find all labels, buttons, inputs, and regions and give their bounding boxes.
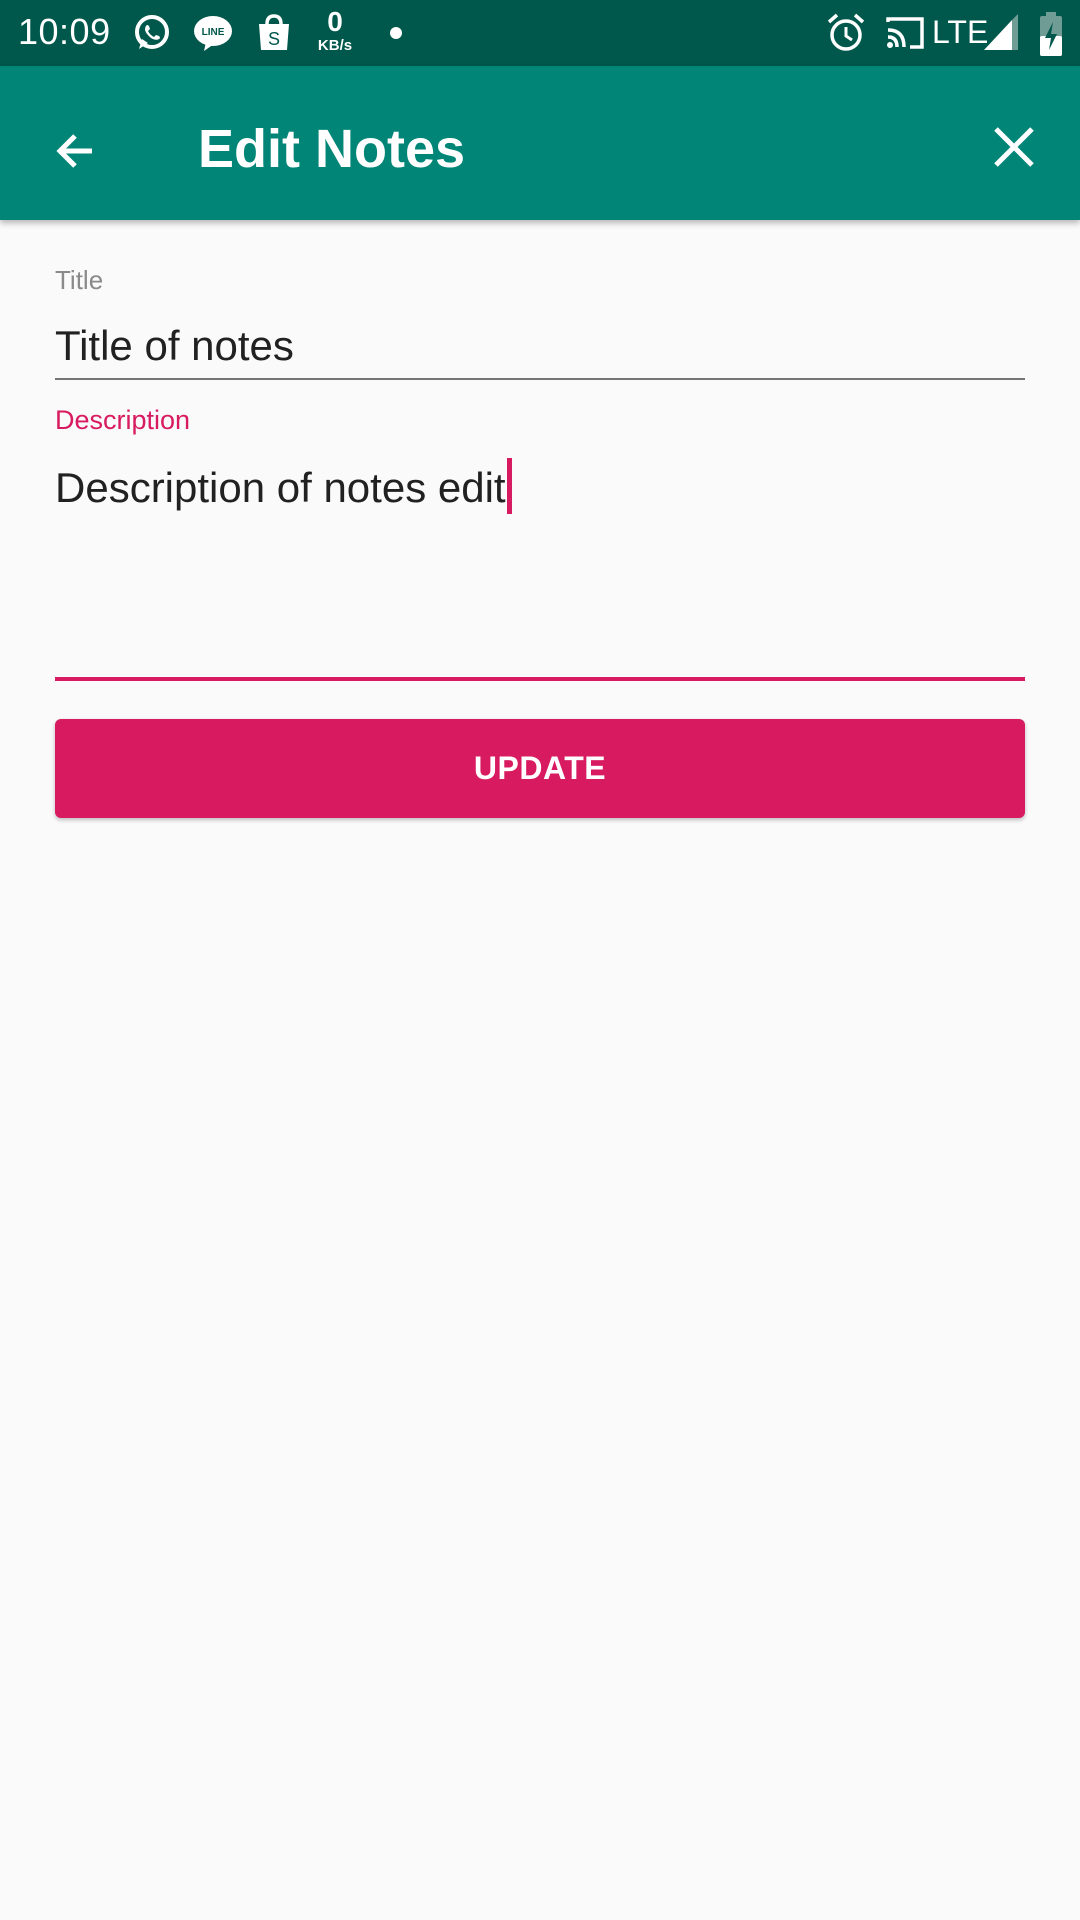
description-label: Description bbox=[55, 405, 191, 435]
network-speed: 0 KB/s bbox=[317, 6, 353, 54]
title-underline bbox=[55, 378, 1025, 380]
text-cursor bbox=[506, 458, 512, 514]
close-button[interactable] bbox=[978, 111, 1050, 183]
app-bar: Edit Notes bbox=[0, 66, 1080, 220]
back-button[interactable] bbox=[40, 115, 112, 187]
cast-icon bbox=[886, 17, 924, 49]
title-label: Title bbox=[55, 265, 104, 295]
description-underline bbox=[55, 677, 1025, 681]
signal-icon bbox=[984, 14, 1018, 50]
svg-text:S: S bbox=[268, 29, 280, 49]
status-time: 10:09 bbox=[18, 11, 111, 52]
network-type: LTE bbox=[932, 14, 989, 50]
battery-charging-icon bbox=[1040, 12, 1062, 56]
page-title: Edit Notes bbox=[198, 119, 466, 179]
line-icon: LINE bbox=[194, 16, 232, 51]
update-button[interactable]: UPDATE bbox=[55, 719, 1025, 818]
whatsapp-icon bbox=[135, 15, 169, 49]
shopping-bag-icon: S bbox=[259, 14, 289, 50]
notification-dot bbox=[390, 27, 402, 39]
title-input[interactable]: Title of notes bbox=[55, 320, 1025, 372]
description-text: Description of notes edit bbox=[55, 464, 506, 511]
arrow-back-icon bbox=[56, 134, 92, 168]
status-bar: 10:09 LINE S 0 KB/s LTE bbox=[0, 0, 1080, 66]
svg-text:LINE: LINE bbox=[202, 27, 225, 38]
close-icon bbox=[994, 127, 1034, 167]
description-input[interactable]: Description of notes edit bbox=[55, 458, 1025, 515]
alarm-icon bbox=[827, 13, 865, 51]
